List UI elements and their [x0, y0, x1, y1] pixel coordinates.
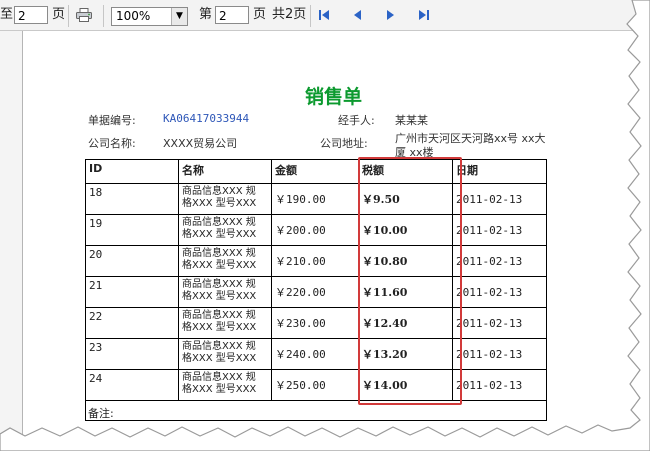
row-name-line-1: 商品信息XXX 规: [182, 372, 256, 383]
row-amount-cell: ￥230.00: [271, 307, 359, 339]
prev-page-icon[interactable]: [352, 8, 362, 22]
table-row: 19 商品信息XXX 规格XXX 型号XXX ￥200.00 ￥10.00 2011-0…: [85, 214, 547, 246]
row-amount-cell: ￥250.00: [271, 369, 359, 401]
row-tax-cell: ￥9.50: [358, 183, 453, 215]
row-name-line-2: 格XXX 型号XXX: [182, 291, 257, 302]
table-note-row: [85, 400, 547, 421]
row-name-line-1: 商品信息XXX 规: [182, 310, 256, 321]
address-line-2: 厦 xx楼: [395, 146, 434, 159]
row-name-cell: 商品信息XXX 规格XXX 型号XXX: [178, 276, 272, 308]
page-number-input[interactable]: 2: [14, 6, 48, 24]
toolbar-separator: [103, 5, 104, 27]
row-amount-cell: ￥240.00: [271, 338, 359, 370]
chevron-down-icon[interactable]: ▼: [171, 8, 187, 25]
company-label: 公司名称:: [88, 137, 136, 150]
zoom-select[interactable]: 100% ▼: [111, 7, 188, 26]
address-label: 公司地址:: [320, 137, 368, 150]
table-row: 24 商品信息XXX 规格XXX 型号XXX ￥250.00 ￥14.00 2011-0…: [85, 369, 547, 401]
row-name-cell: 商品信息XXX 规格XXX 型号XXX: [178, 369, 272, 401]
row-date-cell: 2011-02-13: [452, 338, 547, 370]
row-name-line-2: 格XXX 型号XXX: [182, 353, 257, 364]
row-name-cell: 商品信息XXX 规格XXX 型号XXX: [178, 307, 272, 339]
row-name-line-2: 格XXX 型号XXX: [182, 384, 257, 395]
table-row: 23 商品信息XXX 规格XXX 型号XXX ￥240.00 ￥13.20 2011-0…: [85, 338, 547, 370]
viewer-left-margin: [0, 31, 23, 451]
row-tax-cell: ￥12.40: [358, 307, 453, 339]
row-id-cell: 19: [85, 214, 179, 246]
row-id-cell: 20: [85, 245, 179, 277]
column-header-tax: 税额: [358, 159, 453, 184]
row-name-line-2: 格XXX 型号XXX: [182, 229, 257, 240]
printer-icon[interactable]: [76, 8, 92, 22]
goto-page-input[interactable]: 2: [215, 6, 249, 24]
row-name-line-2: 格XXX 型号XXX: [182, 260, 257, 271]
table-header-row: ID 名称 金额 税额 日期: [85, 159, 547, 184]
row-date-cell: 2011-02-13: [452, 245, 547, 277]
row-date-cell: 2011-02-13: [452, 183, 547, 215]
row-tax-cell: ￥10.80: [358, 245, 453, 277]
report-title: 销售单: [305, 86, 363, 108]
table-row: 22 商品信息XXX 规格XXX 型号XXX ￥230.00 ￥12.40 2011-0…: [85, 307, 547, 339]
row-date-cell: 2011-02-13: [452, 369, 547, 401]
order-no-label: 单据编号:: [88, 114, 136, 127]
goto-suffix-label: 页: [253, 7, 267, 22]
row-id-cell: 23: [85, 338, 179, 370]
next-page-icon[interactable]: [386, 8, 396, 22]
row-id-cell: 21: [85, 276, 179, 308]
column-header-id: ID: [85, 159, 179, 184]
row-name-line-1: 商品信息XXX 规: [182, 217, 256, 228]
column-header-date: 日期: [452, 159, 547, 184]
company-value: XXXX贸易公司: [163, 137, 238, 150]
table-row: 18 商品信息XXX 规格XXX 型号XXX ￥190.00 ￥9.50 2011-02…: [85, 183, 547, 215]
row-name-cell: 商品信息XXX 规格XXX 型号XXX: [178, 338, 272, 370]
row-name-cell: 商品信息XXX 规格XXX 型号XXX: [178, 183, 272, 215]
row-id-cell: 24: [85, 369, 179, 401]
row-name-line-1: 商品信息XXX 规: [182, 279, 256, 290]
row-date-cell: 2011-02-13: [452, 307, 547, 339]
column-header-name: 名称: [178, 159, 272, 184]
page-prefix-label: 至: [0, 7, 14, 22]
goto-prefix-label: 第: [199, 7, 213, 22]
handler-value: 某某某: [395, 114, 428, 127]
table-row: 21 商品信息XXX 规格XXX 型号XXX ￥220.00 ￥11.60 2011-0…: [85, 276, 547, 308]
row-name-line-1: 商品信息XXX 规: [182, 186, 256, 197]
row-name-cell: 商品信息XXX 规格XXX 型号XXX: [178, 245, 272, 277]
first-page-icon[interactable]: [318, 8, 330, 22]
report-viewer-screenshot: 至 2 页 100% ▼ 第 2 页 共2页 销售单 单据编号: KA06417…: [0, 0, 650, 451]
report-viewer-toolbar: 至 2 页 100% ▼ 第 2 页 共2页: [0, 0, 640, 31]
row-amount-cell: ￥200.00: [271, 214, 359, 246]
row-date-cell: 2011-02-13: [452, 214, 547, 246]
row-tax-cell: ￥10.00: [358, 214, 453, 246]
zoom-value: 100%: [116, 9, 151, 23]
handler-label: 经手人:: [338, 114, 375, 127]
row-tax-cell: ￥11.60: [358, 276, 453, 308]
row-amount-cell: ￥190.00: [271, 183, 359, 215]
row-amount-cell: ￥220.00: [271, 276, 359, 308]
total-pages-label: 共2页: [272, 7, 307, 22]
row-name-line-1: 商品信息XXX 规: [182, 341, 256, 352]
table-row: 20 商品信息XXX 规格XXX 型号XXX ￥210.00 ￥10.80 2011-0…: [85, 245, 547, 277]
note-label: 备注:: [88, 407, 114, 420]
last-page-icon[interactable]: [418, 8, 430, 22]
row-id-cell: 22: [85, 307, 179, 339]
order-no-value: KA06417033944: [163, 112, 250, 125]
row-tax-cell: ￥13.20: [358, 338, 453, 370]
row-id-cell: 18: [85, 183, 179, 215]
row-name-line-2: 格XXX 型号XXX: [182, 198, 257, 209]
row-amount-cell: ￥210.00: [271, 245, 359, 277]
row-name-cell: 商品信息XXX 规格XXX 型号XXX: [178, 214, 272, 246]
row-date-cell: 2011-02-13: [452, 276, 547, 308]
row-tax-cell: ￥14.00: [358, 369, 453, 401]
row-name-line-2: 格XXX 型号XXX: [182, 322, 257, 333]
sales-table: ID 名称 金额 税额 日期 18 商品信息XXX 规格XXX 型号XXX ￥190…: [85, 159, 547, 421]
toolbar-separator: [310, 5, 311, 27]
toolbar-separator: [68, 5, 69, 27]
page-suffix-label: 页: [52, 7, 66, 22]
note-cell: [85, 400, 547, 421]
row-name-line-1: 商品信息XXX 规: [182, 248, 256, 259]
column-header-amount: 金额: [271, 159, 359, 184]
